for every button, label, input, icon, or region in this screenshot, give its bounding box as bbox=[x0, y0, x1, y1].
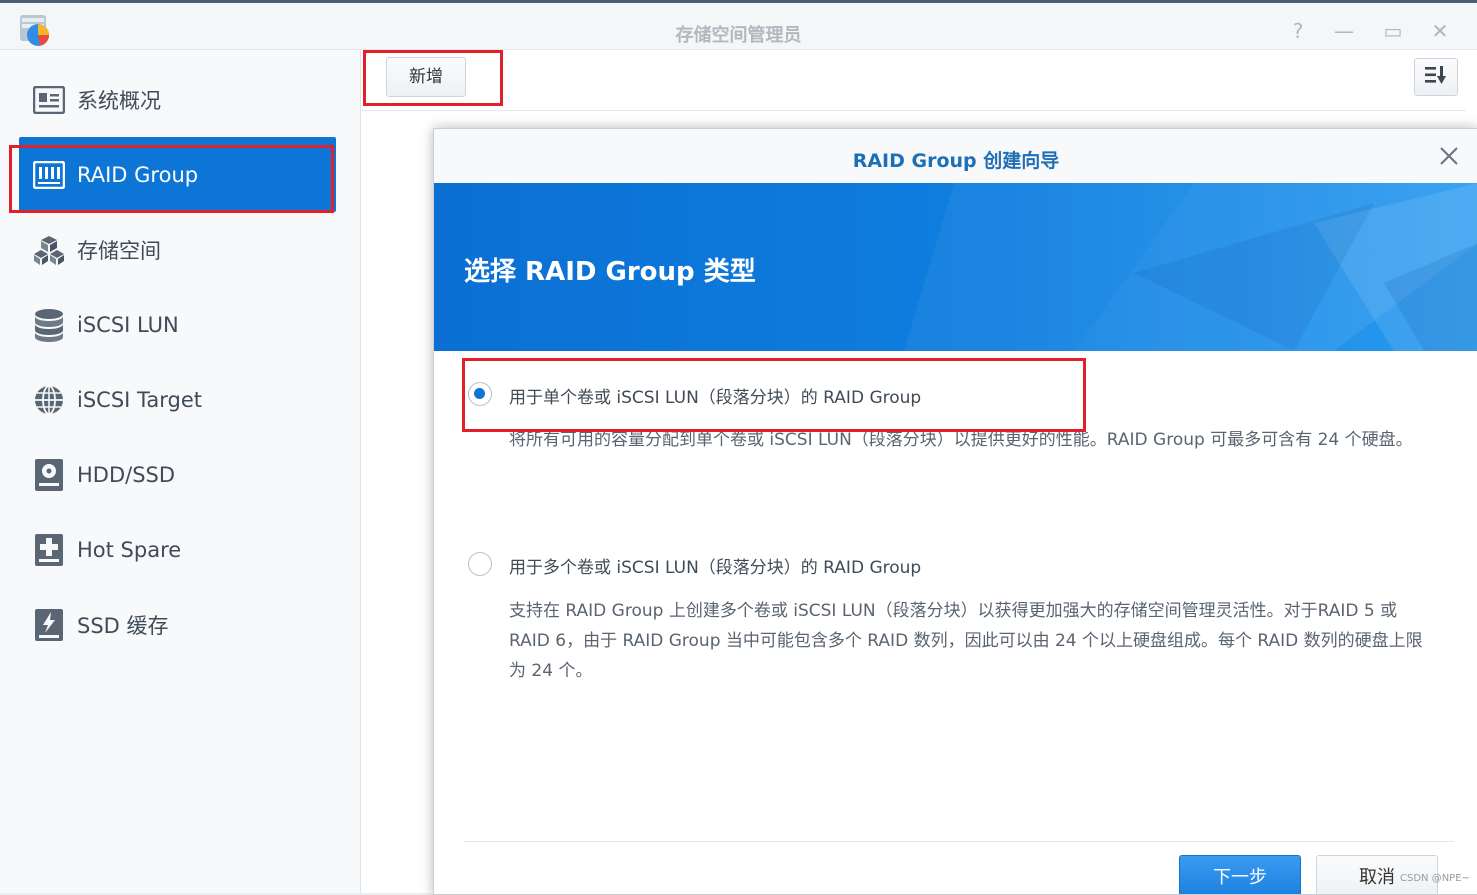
storage-cubes-icon bbox=[31, 232, 67, 268]
sidebar-item-hdd-ssd[interactable]: HDD/SSD bbox=[19, 437, 336, 512]
raid-group-icon bbox=[31, 157, 67, 193]
sidebar-item-label: RAID Group bbox=[77, 162, 199, 187]
watermark: CSDN @NPE~ bbox=[1400, 873, 1470, 884]
sidebar-item-label: Hot Spare bbox=[77, 537, 182, 562]
sidebar-item-label: iSCSI LUN bbox=[77, 312, 179, 337]
dialog-footer-divider bbox=[464, 841, 1454, 842]
sidebar-item-overview[interactable]: 系统概况 bbox=[19, 62, 336, 137]
overview-icon bbox=[31, 82, 67, 118]
radio-single-volume[interactable] bbox=[468, 382, 492, 406]
globe-icon bbox=[31, 382, 67, 418]
radio-multiple-volumes[interactable] bbox=[468, 552, 492, 576]
option-multiple-volumes-description: 支持在 RAID Group 上创建多个卷或 iSCSI LUN（段落分块）以获… bbox=[509, 601, 1423, 681]
database-icon bbox=[31, 307, 67, 343]
dialog-close-button[interactable] bbox=[1438, 145, 1460, 167]
option-single-volume-description: 将所有可用的容量分配到单个卷或 iSCSI LUN（段落分块）以提供更好的性能。… bbox=[509, 430, 1413, 450]
sidebar-item-hot-spare[interactable]: Hot Spare bbox=[19, 512, 336, 587]
raid-group-wizard-dialog: RAID Group 创建向导 选择 RAID Group 类型 用于单个卷或 … bbox=[433, 128, 1477, 895]
sidebar-item-raid-group[interactable]: RAID Group bbox=[19, 137, 336, 212]
option-single-volume-label[interactable]: 用于单个卷或 iSCSI LUN（段落分块）的 RAID Group bbox=[509, 383, 921, 408]
sidebar-item-label: iSCSI Target bbox=[77, 387, 202, 412]
help-button[interactable]: ? bbox=[1286, 19, 1310, 43]
sidebar-item-label: SSD 缓存 bbox=[77, 613, 169, 638]
dialog-banner: 选择 RAID Group 类型 bbox=[434, 183, 1477, 351]
sort-icon bbox=[1424, 65, 1448, 89]
sidebar-item-iscsi-target[interactable]: iSCSI Target bbox=[19, 362, 336, 437]
sidebar-item-iscsi-lun[interactable]: iSCSI LUN bbox=[19, 287, 336, 362]
minimize-button[interactable]: — bbox=[1332, 19, 1356, 43]
option-multiple-volumes-label[interactable]: 用于多个卷或 iSCSI LUN（段落分块）的 RAID Group bbox=[509, 553, 921, 578]
sidebar-item-label: HDD/SSD bbox=[77, 462, 176, 487]
maximize-button[interactable]: ▭ bbox=[1381, 19, 1405, 43]
banner-title: 选择 RAID Group 类型 bbox=[464, 257, 756, 287]
sidebar-item-label: 系统概况 bbox=[77, 88, 161, 113]
sidebar-item-label: 存储空间 bbox=[77, 238, 161, 263]
sidebar: 系统概况 RAID Group 存储空间 iSCSI LUN iSCSI Tar… bbox=[0, 50, 361, 893]
sidebar-item-ssd-cache[interactable]: SSD 缓存 bbox=[19, 587, 336, 662]
toolbar-divider bbox=[361, 110, 1466, 111]
title-bar: 存储空间管理员 ? — ▭ ✕ bbox=[0, 3, 1477, 50]
hot-spare-icon bbox=[31, 532, 67, 568]
dialog-title: RAID Group 创建向导 bbox=[852, 150, 1060, 172]
close-icon bbox=[1440, 147, 1458, 165]
hdd-icon bbox=[31, 457, 67, 493]
ssd-cache-icon bbox=[31, 607, 67, 643]
window-title: 存储空间管理员 bbox=[675, 25, 802, 46]
add-button[interactable]: 新增 bbox=[386, 57, 466, 97]
dialog-title-bar: RAID Group 创建向导 bbox=[434, 129, 1477, 184]
next-button[interactable]: 下一步 bbox=[1179, 855, 1301, 894]
sidebar-item-storage-space[interactable]: 存储空间 bbox=[19, 212, 336, 287]
close-window-button[interactable]: ✕ bbox=[1428, 19, 1452, 43]
sort-button[interactable] bbox=[1414, 58, 1458, 96]
